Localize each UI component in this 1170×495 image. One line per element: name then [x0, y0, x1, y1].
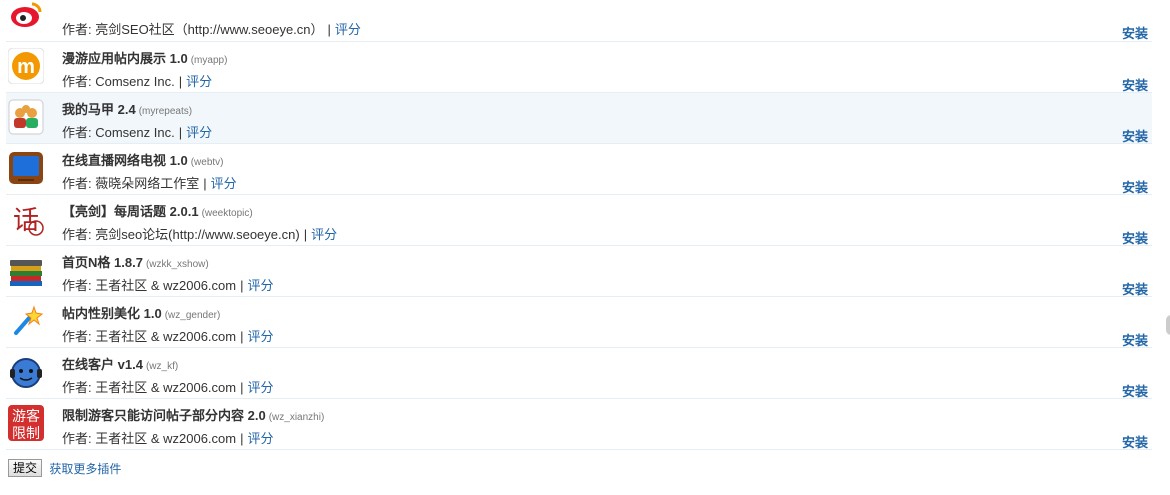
install-link[interactable]: 安装: [1122, 330, 1148, 349]
plugin-row: 首页N格 1.8.7 (wzkk_xshow) 作者: 王者社区 & wz2006…: [6, 246, 1152, 297]
books-icon: [8, 252, 44, 288]
restrict-icon-line2: 限制: [12, 426, 40, 441]
plugin-author: 作者: 薇晓朵网络工作室 | 评分: [62, 176, 237, 191]
rate-link[interactable]: 评分: [248, 278, 274, 293]
plugin-title: 【亮剑】每周话题 2.0.1 (weektopic): [62, 204, 253, 219]
plugin-author: 作者: Comsenz Inc. | 评分: [62, 74, 213, 89]
rate-link[interactable]: 评分: [335, 22, 361, 37]
install-link[interactable]: 安装: [1122, 432, 1148, 451]
topic-icon: 话: [8, 201, 44, 237]
plugin-author: 作者: 王者社区 & wz2006.com | 评分: [62, 431, 274, 446]
plugin-title: 帖内性别美化 1.0 (wz_gender): [62, 306, 221, 321]
scroll-edge: [1166, 315, 1170, 335]
plugin-row: m 漫游应用帖内展示 1.0 (myapp) 作者: Comsenz Inc. | 评…: [6, 42, 1152, 93]
plugin-row: 在线直播网络电视 1.0 (webtv) 作者: 薇晓朵网络工作室 | 评分 安装: [6, 144, 1152, 195]
plugin-row: 我的马甲 2.4 (myrepeats) 作者: Comsenz Inc. | 评分 …: [6, 93, 1152, 144]
weibo-icon: [8, 0, 44, 34]
install-link[interactable]: 安装: [1122, 23, 1148, 42]
restrict-icon: 游客 限制: [8, 405, 44, 441]
install-link[interactable]: 安装: [1122, 75, 1148, 94]
headset-icon: [8, 354, 44, 390]
install-link[interactable]: 安装: [1122, 228, 1148, 247]
plugin-row: 帖内性别美化 1.0 (wz_gender) 作者: 王者社区 & wz2006.…: [6, 297, 1152, 348]
plugin-title: 限制游客只能访问帖子部分内容 2.0 (wz_xianzhi): [62, 408, 325, 423]
list-footer: 提交 获取更多插件: [8, 459, 121, 477]
rate-link[interactable]: 评分: [248, 380, 274, 395]
svg-text:m: m: [17, 56, 35, 78]
rate-link[interactable]: 评分: [311, 227, 337, 242]
wand-icon: [8, 303, 44, 339]
install-link[interactable]: 安装: [1122, 279, 1148, 298]
install-link[interactable]: 安装: [1122, 177, 1148, 196]
get-more-plugins-link[interactable]: 获取更多插件: [49, 462, 121, 476]
plugin-title: 首页N格 1.8.7 (wzkk_xshow): [62, 255, 209, 270]
plugin-author: 作者: 亮剑SEO社区（http://www.seoeye.cn） | 评分: [62, 22, 361, 37]
plugin-row: 话 【亮剑】每周话题 2.0.1 (weektopic) 作者: 亮剑seo论坛(…: [6, 195, 1152, 246]
plugin-title: 在线直播网络电视 1.0 (webtv): [62, 153, 224, 168]
plugin-author: 作者: Comsenz Inc. | 评分: [62, 125, 213, 140]
plugin-title: 漫游应用帖内展示 1.0 (myapp): [62, 51, 228, 66]
restrict-icon-line1: 游客: [12, 408, 40, 425]
submit-button[interactable]: 提交: [8, 459, 43, 477]
manyou-icon: m: [8, 48, 44, 84]
plugin-title: 我的马甲 2.4 (myrepeats): [62, 102, 193, 117]
plugin-author: 作者: 王者社区 & wz2006.com | 评分: [62, 380, 274, 395]
rate-link[interactable]: 评分: [248, 329, 274, 344]
rate-link[interactable]: 评分: [248, 431, 274, 446]
rate-link[interactable]: 评分: [186, 125, 212, 140]
plugin-author: 作者: 王者社区 & wz2006.com | 评分: [62, 278, 274, 293]
plugin-row: 游客 限制 限制游客只能访问帖子部分内容 2.0 (wz_xianzhi) 作者: …: [6, 399, 1152, 450]
users-icon: [8, 99, 44, 135]
plugin-author: 作者: 王者社区 & wz2006.com | 评分: [62, 329, 274, 344]
plugin-row: 作者: 亮剑SEO社区（http://www.seoeye.cn） | 评分 安装: [6, 0, 1152, 42]
rate-link[interactable]: 评分: [211, 176, 237, 191]
install-link[interactable]: 安装: [1122, 126, 1148, 145]
plugin-row: 在线客户 v1.4 (wz_kf) 作者: 王者社区 & wz2006.com | 评…: [6, 348, 1152, 399]
tv-icon: [8, 150, 44, 186]
plugin-title: 在线客户 v1.4 (wz_kf): [62, 357, 179, 372]
install-link[interactable]: 安装: [1122, 381, 1148, 400]
plugin-author: 作者: 亮剑seo论坛(http://www.seoeye.cn) | 评分: [62, 227, 338, 242]
rate-link[interactable]: 评分: [186, 74, 212, 89]
plugin-list: 作者: 亮剑SEO社区（http://www.seoeye.cn） | 评分 安装 …: [6, 0, 1152, 450]
